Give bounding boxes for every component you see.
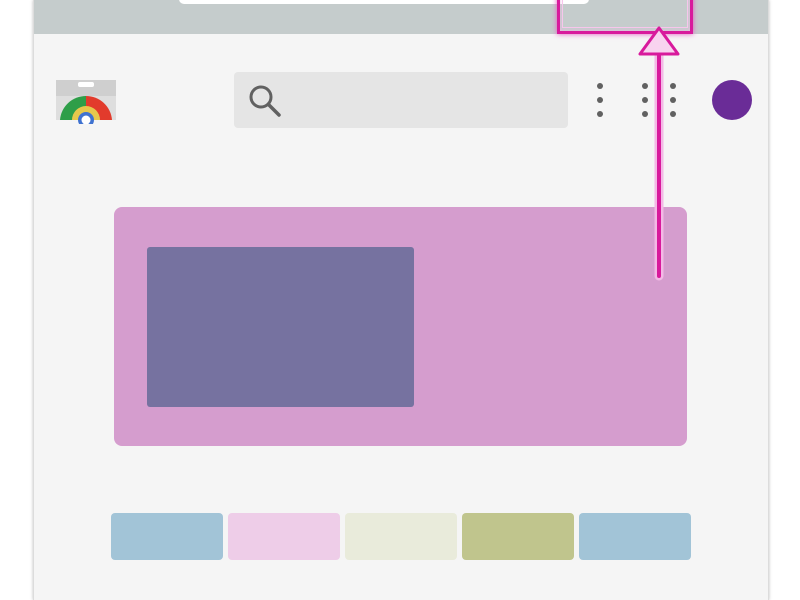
category-card[interactable]: [344, 513, 457, 560]
featured-banner[interactable]: [114, 207, 687, 446]
annotation-arrow: [638, 26, 680, 281]
category-card[interactable]: [227, 513, 340, 560]
avatar[interactable]: [712, 80, 752, 120]
address-bar[interactable]: [179, 0, 589, 4]
screen: [0, 0, 800, 600]
category-card[interactable]: [578, 513, 691, 560]
search-input[interactable]: [290, 72, 564, 130]
search-bar[interactable]: [234, 72, 568, 130]
category-card[interactable]: [461, 513, 574, 560]
more-vert-icon[interactable]: [590, 80, 610, 120]
category-cards: [110, 513, 691, 560]
web-store-icon[interactable]: [54, 76, 118, 128]
search-icon[interactable]: [246, 82, 284, 120]
category-card[interactable]: [110, 513, 223, 560]
banner-image: [147, 247, 414, 407]
